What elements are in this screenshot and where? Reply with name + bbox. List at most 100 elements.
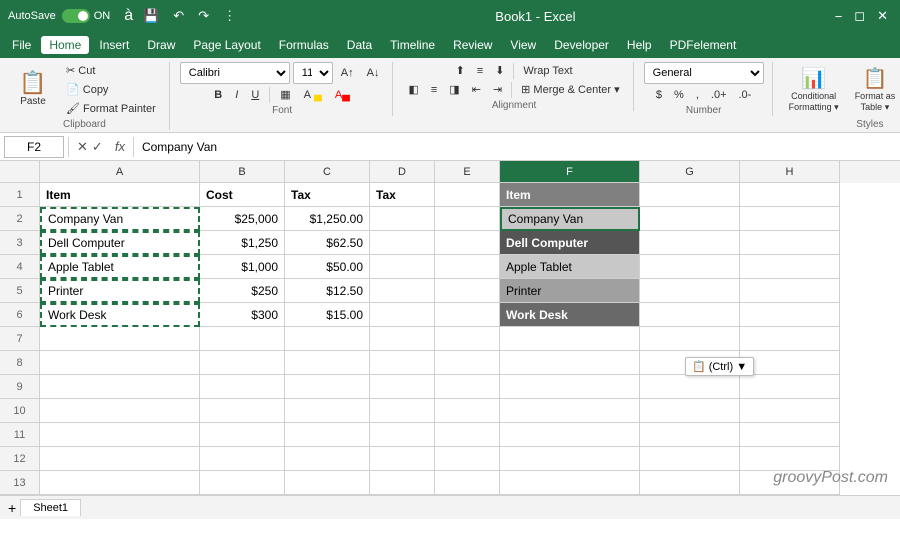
cell-h7[interactable]	[740, 327, 840, 351]
formula-input[interactable]: Company Van	[138, 136, 896, 158]
cell-c6[interactable]: $15.00	[285, 303, 370, 327]
close-button[interactable]: ✕	[873, 6, 892, 26]
cell-g3[interactable]	[640, 231, 740, 255]
cell-c9[interactable]	[285, 375, 370, 399]
cell-d8[interactable]	[370, 351, 435, 375]
paste-options-widget[interactable]: 📋 (Ctrl) ▼	[685, 357, 754, 376]
cell-g9[interactable]	[640, 375, 740, 399]
cell-f9[interactable]	[500, 375, 640, 399]
cell-g7[interactable]	[640, 327, 740, 351]
cell-f1[interactable]: Item	[500, 183, 640, 207]
cell-a13[interactable]	[40, 471, 200, 495]
wrap-text-button[interactable]: Wrap Text	[518, 63, 577, 79]
cell-a7[interactable]	[40, 327, 200, 351]
bold-button[interactable]: B	[209, 87, 227, 103]
cell-f10[interactable]	[500, 399, 640, 423]
currency-button[interactable]: $	[651, 87, 667, 103]
cell-b7[interactable]	[200, 327, 285, 351]
cell-g2[interactable]	[640, 207, 740, 231]
row-num-10[interactable]: 10	[0, 399, 40, 423]
cell-e3[interactable]	[435, 231, 500, 255]
cell-reference-input[interactable]: F2	[4, 136, 64, 158]
row-num-5[interactable]: 5	[0, 279, 40, 303]
cell-a6[interactable]: Work Desk	[40, 303, 200, 327]
cell-f13[interactable]	[500, 471, 640, 495]
percent-button[interactable]: %	[669, 87, 689, 103]
format-as-table-button[interactable]: 📋 Format asTable ▾	[849, 62, 900, 117]
cell-a12[interactable]	[40, 447, 200, 471]
cell-b12[interactable]	[200, 447, 285, 471]
col-header-e[interactable]: E	[435, 161, 500, 183]
cell-h4[interactable]	[740, 255, 840, 279]
underline-button[interactable]: U	[246, 87, 264, 103]
col-header-f[interactable]: F	[500, 161, 640, 183]
cell-d2[interactable]	[370, 207, 435, 231]
cell-b8[interactable]	[200, 351, 285, 375]
menu-timeline[interactable]: Timeline	[382, 36, 443, 54]
row-num-4[interactable]: 4	[0, 255, 40, 279]
cell-d4[interactable]	[370, 255, 435, 279]
cell-b2[interactable]: $25,000	[200, 207, 285, 231]
cell-c1[interactable]: Tax	[285, 183, 370, 207]
row-num-12[interactable]: 12	[0, 447, 40, 471]
cell-g11[interactable]	[640, 423, 740, 447]
number-format-select[interactable]: General	[644, 62, 764, 84]
menu-pagelayout[interactable]: Page Layout	[185, 36, 268, 54]
minimize-button[interactable]: −	[831, 7, 847, 26]
cell-e1[interactable]	[435, 183, 500, 207]
cell-f5[interactable]: Printer	[500, 279, 640, 303]
increase-decimal-button[interactable]: .0+	[706, 87, 732, 103]
align-top-button[interactable]: ⬆	[451, 62, 470, 79]
col-header-d[interactable]: D	[370, 161, 435, 183]
fill-color-button[interactable]: A▄	[299, 87, 327, 103]
cell-c10[interactable]	[285, 399, 370, 423]
align-middle-button[interactable]: ≡	[472, 63, 488, 79]
cell-h6[interactable]	[740, 303, 840, 327]
cell-h9[interactable]	[740, 375, 840, 399]
copy-button[interactable]: 📄 Copy	[61, 81, 161, 98]
cell-h1[interactable]	[740, 183, 840, 207]
cell-g5[interactable]	[640, 279, 740, 303]
increase-indent-button[interactable]: ⇥	[488, 81, 507, 98]
cell-h12[interactable]	[740, 447, 840, 471]
align-left-button[interactable]: ◧	[403, 81, 423, 98]
col-header-b[interactable]: B	[200, 161, 285, 183]
menu-developer[interactable]: Developer	[546, 36, 617, 54]
cell-g12[interactable]	[640, 447, 740, 471]
conditional-formatting-button[interactable]: 📊 ConditionalFormatting ▾	[783, 62, 845, 117]
sheet-tab-sheet1[interactable]: Sheet1	[20, 499, 81, 516]
cell-h11[interactable]	[740, 423, 840, 447]
menu-help[interactable]: Help	[619, 36, 660, 54]
menu-view[interactable]: View	[502, 36, 544, 54]
cell-b3[interactable]: $1,250	[200, 231, 285, 255]
cell-c2[interactable]: $1,250.00	[285, 207, 370, 231]
autosave-toggle[interactable]: ON	[62, 9, 111, 23]
cell-g1[interactable]	[640, 183, 740, 207]
cell-d6[interactable]	[370, 303, 435, 327]
cell-f8[interactable]	[500, 351, 640, 375]
cell-c11[interactable]	[285, 423, 370, 447]
decrease-font-button[interactable]: A↓	[362, 65, 385, 81]
cell-f7[interactable]	[500, 327, 640, 351]
cell-c5[interactable]: $12.50	[285, 279, 370, 303]
cell-a2[interactable]: Company Van	[40, 207, 200, 231]
add-sheet-button[interactable]: +	[8, 500, 16, 516]
row-num-3[interactable]: 3	[0, 231, 40, 255]
cell-c8[interactable]	[285, 351, 370, 375]
row-num-2[interactable]: 2	[0, 207, 40, 231]
row-num-11[interactable]: 11	[0, 423, 40, 447]
align-center-button[interactable]: ≡	[426, 82, 442, 98]
cell-a4[interactable]: Apple Tablet	[40, 255, 200, 279]
cell-f3[interactable]: Dell Computer	[500, 231, 640, 255]
cell-b9[interactable]	[200, 375, 285, 399]
cell-e11[interactable]	[435, 423, 500, 447]
format-painter-button[interactable]: 🖌 Format Painter	[61, 100, 161, 117]
menu-pdfelement[interactable]: PDFelement	[662, 36, 745, 54]
cell-a10[interactable]	[40, 399, 200, 423]
cell-d7[interactable]	[370, 327, 435, 351]
cell-f12[interactable]	[500, 447, 640, 471]
cell-d5[interactable]	[370, 279, 435, 303]
cell-h5[interactable]	[740, 279, 840, 303]
cell-e8[interactable]	[435, 351, 500, 375]
cell-b4[interactable]: $1,000	[200, 255, 285, 279]
